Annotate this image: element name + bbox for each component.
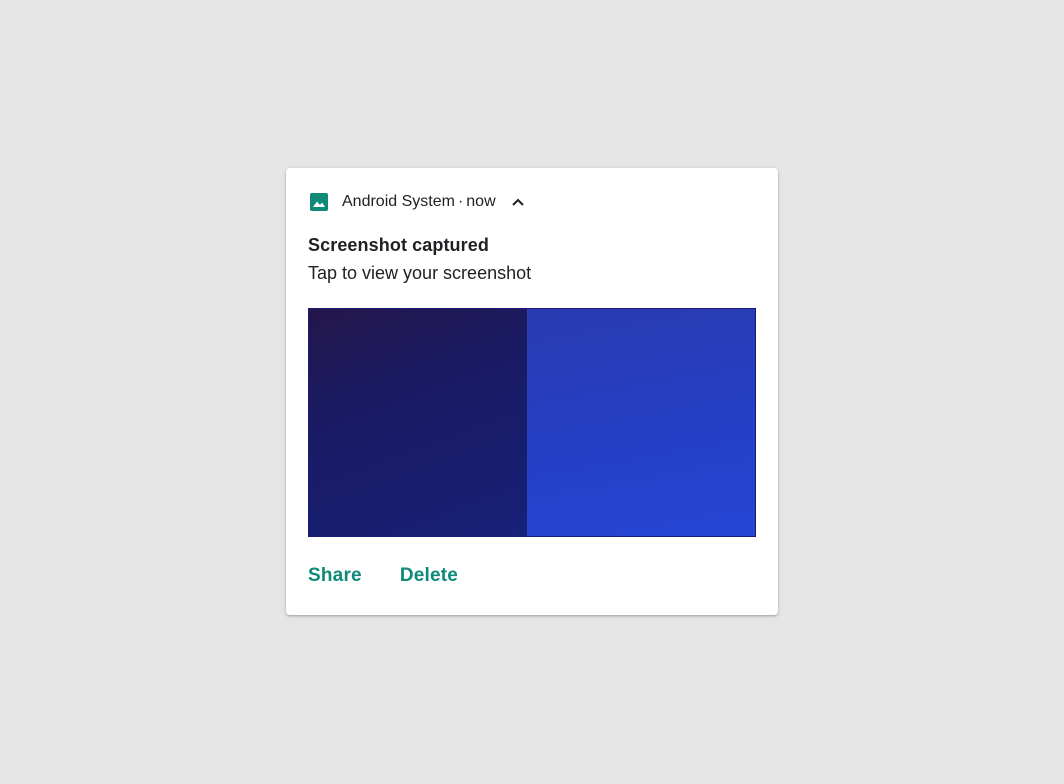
preview-left-panel — [309, 309, 527, 536]
image-icon — [308, 191, 330, 213]
screenshot-notification[interactable]: Android System · now Screenshot captured… — [286, 168, 778, 615]
notification-text: Tap to view your screenshot — [308, 263, 532, 283]
header-separator: · — [457, 193, 464, 210]
notification-actions: Share Delete — [308, 565, 458, 587]
screenshot-preview[interactable] — [308, 308, 756, 537]
chevron-up-icon[interactable] — [508, 192, 528, 212]
preview-right-panel — [527, 309, 755, 536]
notification-title: Screenshot captured — [308, 235, 489, 255]
notification-time: now — [466, 193, 496, 210]
delete-button[interactable]: Delete — [400, 565, 458, 587]
app-name: Android System — [342, 193, 455, 210]
share-button[interactable]: Share — [308, 565, 362, 587]
notification-header: Android System · now — [308, 190, 528, 214]
